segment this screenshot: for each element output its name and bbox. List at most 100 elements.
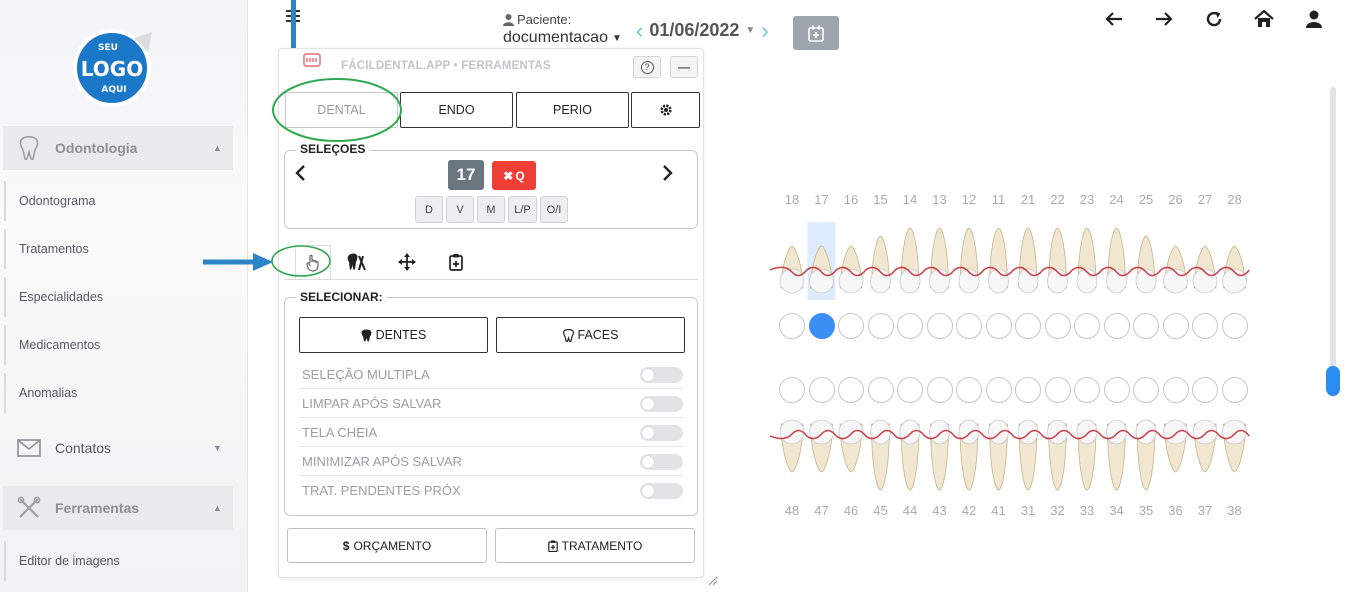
sidebar-item-medicamentos[interactable]: Medicamentos — [4, 325, 234, 365]
back-arrow-icon[interactable] — [1103, 8, 1125, 30]
move-tool-button[interactable] — [393, 250, 421, 274]
sidebar-item-odontograma[interactable]: Odontograma — [4, 181, 234, 221]
upper-face-circle[interactable] — [985, 313, 1012, 339]
sidebar-group-odontologia[interactable]: Odontologia ▲ — [3, 126, 233, 170]
lower-face-circle[interactable] — [1015, 377, 1041, 403]
budget-label: ORÇAMENTO — [353, 538, 432, 553]
lower-face-circle[interactable] — [1044, 377, 1071, 403]
forward-arrow-icon[interactable] — [1153, 8, 1175, 30]
budget-button[interactable]: $ ORÇAMENTO — [287, 528, 487, 563]
sidebar-group-contatos[interactable]: Contatos ▼ — [3, 426, 233, 470]
lower-face-circle[interactable] — [808, 377, 835, 403]
upper-face-circle[interactable] — [956, 313, 982, 339]
toggle-multiple-selection[interactable] — [640, 367, 683, 383]
lower-face-circle[interactable] — [1162, 377, 1189, 403]
sidebar-item-especialidades[interactable]: Especialidades — [4, 277, 234, 317]
toggle-clear-after-save[interactable] — [640, 396, 683, 412]
lower-face-circle[interactable] — [867, 377, 894, 403]
lower-tooth-number: 46 — [843, 503, 859, 518]
lower-face-circle[interactable] — [1103, 377, 1130, 403]
upper-face-circle[interactable] — [1103, 313, 1130, 339]
toggle-minimize-after-save[interactable] — [640, 454, 683, 470]
date-next-icon[interactable]: › — [761, 19, 768, 41]
upper-face-circle[interactable] — [838, 313, 864, 339]
tab-perio[interactable]: PERIO — [516, 92, 629, 128]
resize-handle-icon[interactable] — [708, 576, 718, 586]
panel-title: FÁCILDENTAL.APP • FERRAMENTAS — [341, 60, 551, 72]
upper-face-circle[interactable] — [1192, 313, 1218, 339]
tab-endo[interactable]: ENDO — [400, 92, 513, 128]
lower-tooth-crown — [899, 419, 921, 445]
upper-face-circle-selected[interactable] — [808, 313, 835, 339]
upper-face-circle[interactable] — [779, 313, 805, 339]
toggle-fullscreen[interactable] — [640, 425, 683, 441]
user-profile-icon[interactable] — [1303, 8, 1325, 30]
lower-face-circle[interactable] — [897, 377, 923, 403]
select-teeth-button[interactable]: DENTES — [299, 317, 488, 353]
sidebar-item-tratamentos[interactable]: Tratamentos — [4, 229, 234, 269]
patient-selector[interactable]: Paciente: documentacao ▼ — [503, 12, 622, 47]
option-row-multiple: SELEÇÃO MULTIPLA — [299, 360, 683, 389]
option-label: SELEÇÃO MULTIPLA — [302, 366, 430, 382]
select-faces-button[interactable]: FACES — [496, 317, 685, 353]
face-button-m[interactable]: M — [477, 196, 505, 223]
lower-tooth-crown — [1192, 419, 1218, 445]
face-button-lp[interactable]: L/P — [508, 196, 537, 223]
lower-face-circle[interactable] — [1192, 377, 1218, 403]
highlight-ellipse — [271, 245, 331, 277]
home-icon[interactable] — [1253, 8, 1275, 30]
lower-face-circle[interactable] — [1221, 377, 1248, 403]
help-button[interactable]: ? — [633, 56, 661, 78]
sidebar-group-ferramentas[interactable]: Ferramentas ▲ — [3, 486, 233, 530]
refresh-icon[interactable] — [1203, 8, 1225, 30]
tooth-icon — [3, 136, 55, 160]
lower-tooth-crown — [779, 419, 805, 445]
upper-face-circle[interactable] — [1162, 313, 1189, 339]
chevron-right-icon[interactable] — [662, 162, 674, 188]
tooth-tool-button[interactable] — [343, 250, 371, 274]
sidebar-item-anomalias[interactable]: Anomalias — [4, 373, 234, 413]
face-button-d[interactable]: D — [415, 196, 443, 223]
face-button-v[interactable]: V — [446, 196, 474, 223]
treatment-button[interactable]: TRATAMENTO — [495, 528, 695, 563]
help-icon: ? — [640, 60, 654, 74]
upper-face-circle[interactable] — [1074, 313, 1100, 339]
lower-face-circle[interactable] — [956, 377, 982, 403]
caret-down-icon[interactable]: ▼ — [745, 25, 755, 36]
minimize-button[interactable]: — — [670, 56, 698, 78]
lower-tooth-number: 43 — [932, 503, 947, 518]
option-row-minimize-after-save: MINIMIZAR APÓS SALVAR — [299, 447, 683, 476]
lower-tooth-number: 34 — [1109, 503, 1124, 518]
patient-name[interactable]: documentacao ▼ — [503, 29, 622, 47]
settings-button[interactable] — [631, 92, 700, 128]
upper-face-circle[interactable] — [1015, 313, 1041, 339]
upper-face-circle[interactable] — [1133, 313, 1159, 339]
lower-tooth-crown — [929, 419, 950, 445]
upper-face-circle[interactable] — [926, 313, 953, 339]
selected-tooth-badge[interactable]: 17 — [448, 160, 484, 190]
user-icon — [503, 13, 514, 26]
chevron-left-icon[interactable] — [294, 162, 306, 188]
lower-face-circle[interactable] — [1133, 377, 1159, 403]
logo: SEU LOGO AQUI — [73, 29, 152, 107]
zoom-slider-thumb[interactable] — [1326, 366, 1340, 396]
upper-face-circle[interactable] — [897, 313, 923, 339]
calendar-add-button[interactable] — [793, 16, 839, 50]
sidebar-item-editor-imagens[interactable]: Editor de imagens — [4, 541, 234, 581]
date-prev-icon[interactable]: ‹ — [636, 19, 643, 41]
option-label: LIMPAR APÓS SALVAR — [302, 395, 442, 411]
lower-face-circle[interactable] — [985, 377, 1012, 403]
clear-selection-button[interactable]: ✖ Q — [492, 161, 536, 190]
upper-face-circle[interactable] — [867, 313, 894, 339]
zoom-slider-track[interactable] — [1330, 87, 1336, 397]
face-button-oi[interactable]: O/I — [540, 196, 568, 223]
toggle-pending-treatments[interactable] — [640, 483, 683, 499]
lower-face-circle[interactable] — [838, 377, 864, 403]
lower-face-circle[interactable] — [779, 377, 805, 403]
lower-face-circle[interactable] — [926, 377, 953, 403]
clipboard-tool-button[interactable] — [442, 250, 470, 274]
upper-face-circle[interactable] — [1044, 313, 1071, 339]
upper-face-circle[interactable] — [1221, 313, 1248, 339]
lower-face-circle[interactable] — [1074, 377, 1100, 403]
date-value[interactable]: 01/06/2022 — [649, 20, 739, 41]
